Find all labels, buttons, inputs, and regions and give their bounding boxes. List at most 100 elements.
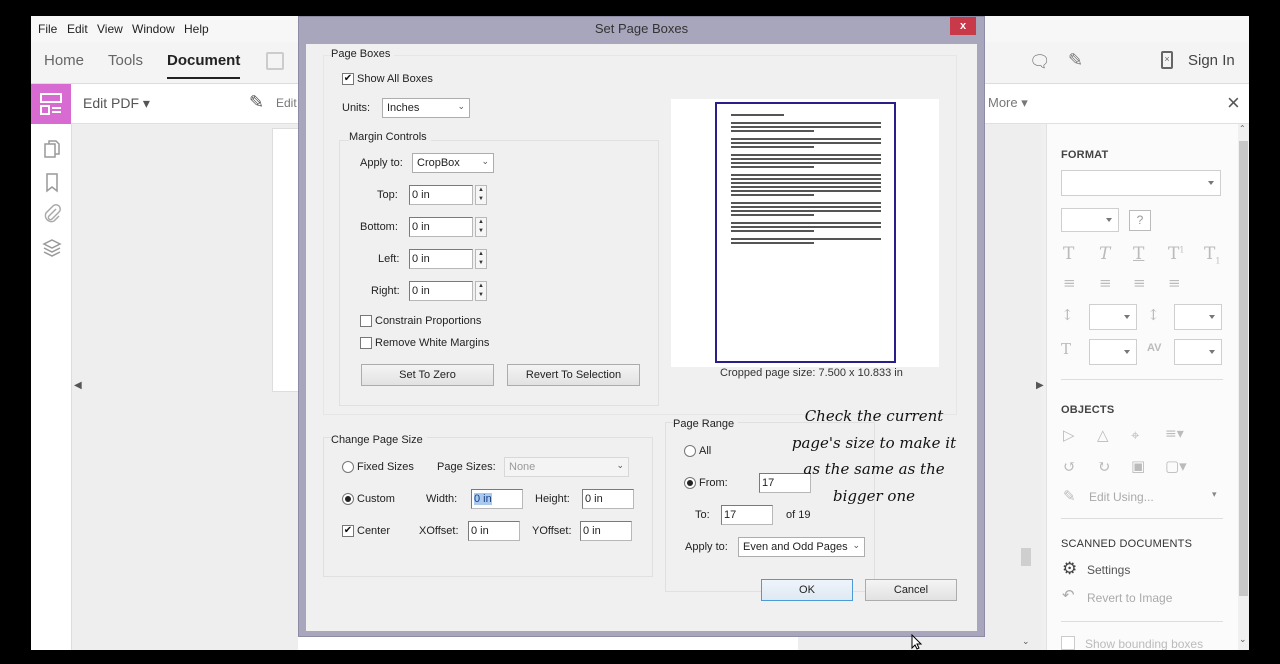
more-dropdown[interactable]: More ▾ — [988, 95, 1028, 111]
preview-text-line — [731, 210, 881, 212]
save-icon[interactable] — [266, 52, 284, 70]
subscript-icon[interactable]: T1 — [1204, 244, 1220, 265]
collapse-left-pane-arrow[interactable]: ◀ — [74, 380, 82, 391]
panel-scroll-up-arrow[interactable]: ⌃ — [1239, 124, 1246, 133]
bottom-margin-stepper[interactable]: ▲ ▼ — [475, 217, 487, 237]
top-margin-stepper[interactable]: ▲ ▼ — [475, 185, 487, 205]
custom-radio[interactable] — [342, 493, 354, 505]
center-checkbox[interactable]: ✔ — [342, 525, 354, 537]
line-spacing-dropdown[interactable] — [1089, 304, 1137, 330]
constrain-proportions-checkbox[interactable] — [360, 315, 372, 327]
edit-pdf-dropdown[interactable]: Edit PDF ▾ — [83, 95, 150, 112]
italic-icon[interactable]: T — [1099, 244, 1110, 264]
menu-view[interactable]: View — [97, 22, 123, 36]
edit-button[interactable]: Edit — [276, 96, 297, 110]
replace-image-icon[interactable]: ▣ — [1131, 457, 1145, 475]
right-margin-field[interactable]: 0 in — [409, 281, 473, 301]
left-margin-stepper[interactable]: ▲ ▼ — [475, 249, 487, 269]
revert-to-image-link[interactable]: Revert to Image — [1087, 591, 1172, 605]
page-thumbnails-icon[interactable] — [41, 138, 63, 160]
left-margin-field[interactable]: 0 in — [409, 249, 473, 269]
bottom-margin-field[interactable]: 0 in — [409, 217, 473, 237]
xoffset-field[interactable]: 0 in — [468, 521, 520, 541]
align-objects-icon[interactable]: ≡▾ — [1165, 426, 1184, 442]
preview-text-line — [731, 138, 881, 140]
underline-icon[interactable]: T — [1133, 244, 1144, 264]
right-margin-stepper[interactable]: ▲ ▼ — [475, 281, 487, 301]
tab-tools[interactable]: Tools — [108, 52, 143, 69]
comment-icon[interactable]: 🗨 — [1029, 52, 1051, 72]
menu-file[interactable]: File — [38, 22, 57, 36]
rotate-left-icon[interactable]: ↺ — [1063, 457, 1076, 476]
preview-text-line — [731, 114, 784, 116]
fixed-sizes-radio[interactable] — [342, 461, 354, 473]
settings-gear-icon[interactable]: ⚙ — [1062, 559, 1077, 579]
edit-text-images-icon[interactable]: ✎ — [249, 92, 264, 113]
bold-icon[interactable]: T — [1063, 244, 1074, 264]
left-label: Left: — [378, 253, 400, 265]
align-right-icon[interactable]: ≡ — [1133, 274, 1146, 292]
menu-edit[interactable]: Edit — [67, 22, 88, 36]
paragraph-spacing-dropdown[interactable] — [1174, 304, 1222, 330]
page-total: of 19 — [786, 509, 811, 521]
sign-in-link[interactable]: Sign In — [1188, 52, 1235, 69]
font-size-dropdown[interactable] — [1061, 208, 1119, 232]
preview-text-line — [731, 186, 881, 188]
tab-document[interactable]: Document — [167, 52, 241, 79]
bookmarks-icon[interactable] — [41, 171, 63, 193]
width-field[interactable]: 0 in — [471, 489, 523, 509]
revert-to-selection-button[interactable]: Revert To Selection — [507, 364, 640, 386]
height-field[interactable]: 0 in — [582, 489, 634, 509]
close-tool-icon[interactable]: × — [1227, 90, 1240, 116]
flip-horizontal-icon[interactable]: △ — [1097, 426, 1109, 444]
menu-help[interactable]: Help — [184, 22, 209, 36]
edit-using-dropdown[interactable]: Edit Using... — [1089, 490, 1154, 504]
dialog-close-button[interactable]: x — [950, 17, 976, 35]
from-radio[interactable] — [684, 477, 696, 489]
character-spacing-dropdown[interactable] — [1174, 339, 1222, 365]
superscript-icon[interactable]: T1 — [1168, 244, 1184, 264]
rotate-right-icon[interactable]: ↻ — [1097, 457, 1110, 476]
to-page-field[interactable]: 17 — [721, 505, 773, 525]
dialog-title: Set Page Boxes — [594, 21, 689, 36]
apply-to-select[interactable]: CropBox ⌄ — [412, 153, 494, 173]
font-dropdown[interactable] — [1061, 170, 1221, 196]
document-scrollbar-thumb[interactable] — [1021, 548, 1031, 566]
align-left-icon[interactable]: ≡ — [1063, 274, 1076, 292]
page-sizes-select[interactable]: None ⌄ — [504, 457, 629, 477]
crop-icon[interactable]: ⌖ — [1131, 426, 1139, 444]
flip-vertical-icon[interactable]: ▷ — [1063, 426, 1075, 444]
arrange-icon[interactable]: ▢▾ — [1165, 457, 1187, 475]
justify-icon[interactable]: ≡ — [1168, 274, 1181, 292]
all-pages-radio[interactable] — [684, 445, 696, 457]
align-center-icon[interactable]: ≡ — [1099, 274, 1112, 292]
preview-text-line — [731, 174, 881, 176]
help-icon[interactable]: ? — [1129, 210, 1151, 231]
remove-white-margins-checkbox[interactable] — [360, 337, 372, 349]
tab-home[interactable]: Home — [44, 52, 84, 69]
chevron-down-icon: ⌄ — [852, 540, 860, 550]
set-to-zero-button[interactable]: Set To Zero — [361, 364, 494, 386]
edit-pdf-tool-icon[interactable] — [31, 84, 71, 124]
collapse-right-pane-arrow[interactable]: ▶ — [1036, 380, 1044, 391]
top-margin-field[interactable]: 0 in — [409, 185, 473, 205]
horizontal-scaling-dropdown[interactable] — [1089, 339, 1137, 365]
ok-button[interactable]: OK — [761, 579, 853, 601]
edit-using-chevron-icon[interactable]: ▾ — [1212, 490, 1217, 500]
page-range-apply-to-select[interactable]: Even and Odd Pages ⌄ — [738, 537, 865, 557]
attachments-icon[interactable] — [41, 203, 63, 225]
panel-scroll-down-arrow[interactable]: ⌄ — [1239, 634, 1247, 645]
menu-window[interactable]: Window — [132, 22, 175, 36]
panel-scrollbar-thumb[interactable] — [1239, 141, 1248, 596]
scroll-down-arrow[interactable]: ⌄ — [1022, 636, 1030, 647]
yoffset-field[interactable]: 0 in — [580, 521, 632, 541]
cancel-button[interactable]: Cancel — [865, 579, 957, 601]
show-all-boxes-checkbox[interactable]: ✔ — [342, 73, 354, 85]
show-bounding-boxes-checkbox[interactable] — [1061, 636, 1075, 650]
units-select[interactable]: Inches ⌄ — [382, 98, 470, 118]
settings-link[interactable]: Settings — [1087, 563, 1130, 577]
preview-text-line — [731, 182, 881, 184]
mobile-link-icon[interactable]: × — [1161, 51, 1173, 69]
highlighter-icon[interactable]: ✎ — [1068, 50, 1083, 71]
layers-icon[interactable] — [41, 237, 63, 259]
